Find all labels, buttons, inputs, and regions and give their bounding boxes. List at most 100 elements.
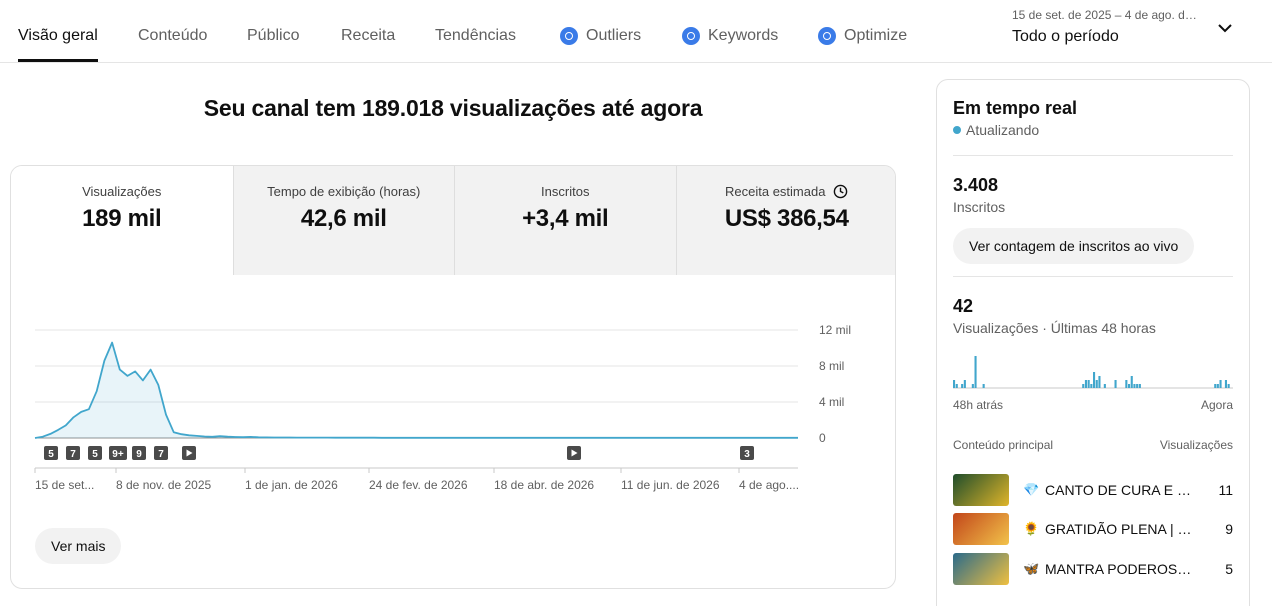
- video-marker-count[interactable]: 9+: [109, 446, 127, 460]
- divider: [953, 155, 1233, 156]
- tab-keywords[interactable]: Keywords: [682, 27, 778, 45]
- top-content-views-label: Visualizações: [1159, 438, 1233, 452]
- metric-tab-watch-time[interactable]: Tempo de exibição (horas) 42,6 mil: [232, 166, 454, 275]
- hourly-bar: [1128, 384, 1131, 388]
- tab-audience[interactable]: Público: [247, 27, 299, 45]
- tab-label: Outliers: [586, 27, 642, 44]
- tab-label: Público: [247, 27, 300, 44]
- tab-content[interactable]: Conteúdo: [138, 27, 207, 45]
- axis-start-label: 48h atrás: [953, 398, 1004, 412]
- tab-outliers[interactable]: Outliers: [560, 27, 641, 45]
- metric-value: +3,4 mil: [522, 205, 609, 232]
- hourly-bar: [1087, 380, 1090, 388]
- tab-trends[interactable]: Tendências: [435, 27, 516, 45]
- subscriber-label: Inscritos: [953, 199, 1006, 215]
- hourly-bar: [982, 384, 985, 388]
- hourly-bar: [955, 384, 958, 388]
- metric-label-row: Receita estimada: [677, 184, 896, 199]
- video-marker-count[interactable]: 9: [132, 446, 146, 460]
- tab-overview[interactable]: Visão geral: [18, 27, 98, 45]
- hourly-bar: [1219, 380, 1222, 388]
- subscriber-count: 3.408: [953, 175, 999, 195]
- y-tick-label: 8 mil: [819, 359, 844, 373]
- x-tick-label: 8 de nov. de 2025: [116, 478, 212, 492]
- hourly-bar: [1103, 384, 1106, 388]
- tab-label: Optimize: [844, 27, 908, 44]
- hourly-bar: [1125, 380, 1128, 388]
- tab-label: Visão geral: [18, 27, 98, 44]
- video-marker-count[interactable]: 3: [740, 446, 754, 460]
- hourly-bar: [1084, 380, 1087, 388]
- hourly-bar: [1093, 372, 1096, 388]
- hourly-bar: [971, 384, 974, 388]
- metric-tab-views[interactable]: Visualizações 189 mil: [11, 166, 233, 275]
- metric-value: 189 mil: [82, 205, 162, 232]
- page-headline: Seu canal tem 189.018 visualizações até …: [203, 95, 703, 121]
- video-thumbnail: [953, 513, 1009, 545]
- x-tick-label: 4 de ago....: [739, 478, 799, 492]
- x-tick-label: 24 de fev. de 2026: [369, 478, 468, 492]
- video-marker-play[interactable]: [182, 446, 196, 460]
- tab-optimize[interactable]: Optimize: [818, 27, 907, 45]
- tab-label: Conteúdo: [138, 27, 208, 44]
- metric-tab-revenue[interactable]: Receita estimada US$ 386,54: [675, 166, 896, 275]
- video-views: 9: [1225, 521, 1233, 537]
- video-thumbnail: [953, 553, 1009, 585]
- video-views: 11: [1218, 482, 1233, 498]
- hourly-bar: [1138, 384, 1141, 388]
- y-tick-label: 0: [819, 431, 826, 445]
- date-period-text: Todo o período: [1012, 28, 1119, 45]
- metric-value: 42,6 mil: [300, 205, 387, 232]
- chevron-down-icon[interactable]: [1216, 19, 1234, 37]
- video-emoji: 💎: [1023, 482, 1040, 497]
- hourly-bar: [1114, 380, 1117, 388]
- realtime-views-label: Visualizações · Últimas 48 horas: [953, 320, 1156, 336]
- top-video-row[interactable]: 🦋 MANTRA PODEROSO PARA 5: [953, 552, 1233, 586]
- date-range-text: 15 de set. de 2025 – 4 de ago. de 2026: [1012, 8, 1200, 22]
- metric-tabs: Visualizações 189 mil Tempo de exibição …: [11, 166, 896, 275]
- metric-tab-subscribers[interactable]: Inscritos +3,4 mil: [454, 166, 676, 275]
- video-marker-count[interactable]: 7: [66, 446, 80, 460]
- hourly-views-bar-chart: [953, 356, 1233, 389]
- metric-label: Receita estimada: [725, 184, 826, 199]
- hourly-bar: [1224, 380, 1227, 388]
- vidiq-icon: [560, 27, 578, 45]
- video-emoji: 🌻: [1023, 521, 1040, 536]
- video-marker-count[interactable]: 5: [88, 446, 102, 460]
- x-tick-label: 18 de abr. de 2026: [494, 478, 594, 492]
- top-tab-bar: Visão geral Conteúdo Público Receita Ten…: [0, 0, 1272, 63]
- y-tick-label: 12 mil: [819, 323, 851, 337]
- live-subscriber-count-button[interactable]: Ver contagem de inscritos ao vivo: [953, 228, 1195, 264]
- top-video-row[interactable]: 🌻 GRATIDÃO PLENA | EU SOU 9: [953, 512, 1233, 546]
- video-marker-count[interactable]: 5: [44, 446, 58, 460]
- video-views: 5: [1225, 561, 1233, 577]
- video-marker-count[interactable]: 7: [154, 446, 168, 460]
- realtime-title: Em tempo real: [953, 98, 1078, 118]
- hourly-bar: [974, 356, 977, 388]
- see-more-button[interactable]: Ver mais: [35, 528, 122, 564]
- hourly-bar: [1214, 384, 1217, 388]
- date-range-selector[interactable]: 15 de set. de 2025 – 4 de ago. de 2026 T…: [1012, 8, 1222, 46]
- video-title: MANTRA PODEROSO PARA: [1045, 561, 1197, 577]
- tab-label: Tendências: [435, 27, 516, 44]
- marker-count-text: 9+: [112, 449, 124, 460]
- marker-count-text: 9: [136, 449, 142, 460]
- hourly-bar: [1227, 384, 1230, 388]
- top-video-row[interactable]: 💎 CANTO DE CURA E RIQUEZA 11: [953, 473, 1233, 507]
- hourly-bar: [1136, 384, 1139, 388]
- video-thumbnail: [953, 474, 1009, 506]
- marker-count-text: 5: [48, 449, 54, 460]
- tab-revenue[interactable]: Receita: [341, 27, 395, 45]
- active-tab-indicator: [18, 59, 98, 62]
- x-tick-label: 15 de set...: [35, 478, 94, 492]
- axis-end-label: Agora: [1200, 398, 1233, 412]
- hourly-bar: [953, 380, 956, 388]
- top-content-label: Conteúdo principal: [953, 438, 1054, 452]
- hourly-bar: [1130, 376, 1133, 388]
- views-line-chart: 12 mil 8 mil 4 mil 0 5 7 5 9+ 9 7 3 15 de set... 8 d…: [34, 323, 851, 492]
- realtime-panel: Em tempo real Atualizando 3.408 Inscrito…: [936, 79, 1250, 606]
- hourly-bar: [1082, 384, 1085, 388]
- tab-label: Keywords: [708, 27, 779, 44]
- video-marker-play[interactable]: [567, 446, 581, 460]
- vidiq-icon: [682, 27, 700, 45]
